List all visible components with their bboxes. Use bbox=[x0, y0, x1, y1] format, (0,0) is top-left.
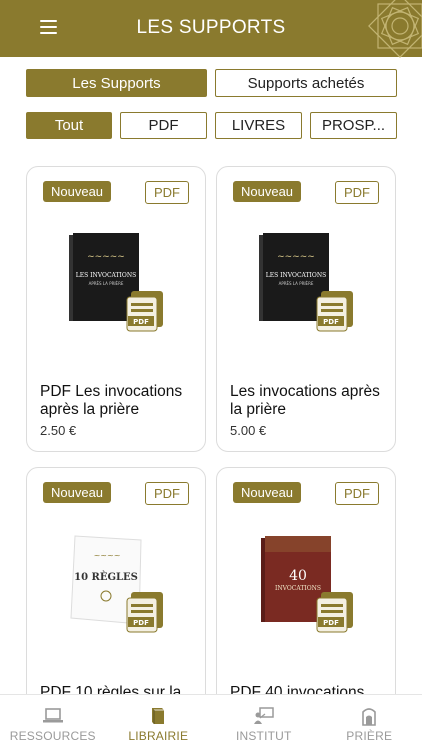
product-title: Les invocations après la prière bbox=[230, 383, 380, 418]
nav-item-priere[interactable]: PRIÈRE bbox=[317, 695, 422, 750]
page-title: LES SUPPORTS bbox=[136, 17, 286, 38]
book-cover-icon: ~~~~~ LES INVOCATIONS APRÈS LA PRIÈRE PD… bbox=[259, 233, 353, 332]
book-icon bbox=[152, 708, 165, 724]
tab-les-supports[interactable]: Les Supports bbox=[26, 69, 207, 97]
filter-tout[interactable]: Tout bbox=[26, 112, 112, 139]
svg-text:APRÈS LA PRIÈRE: APRÈS LA PRIÈRE bbox=[89, 281, 124, 286]
mosque-icon bbox=[362, 708, 377, 726]
svg-text:PDF: PDF bbox=[323, 318, 339, 326]
type-badge: PDF bbox=[335, 181, 379, 204]
svg-text:INVOCATIONS: INVOCATIONS bbox=[275, 585, 321, 592]
product-card[interactable]: Nouveau PDF ~~~~ 10 RÈGLES PDF PDF 10 rè… bbox=[26, 467, 206, 707]
svg-text:PDF: PDF bbox=[323, 619, 339, 627]
tab-supports-achetes[interactable]: Supports achetés bbox=[215, 69, 397, 97]
teacher-board-icon bbox=[253, 707, 274, 724]
new-badge: Nouveau bbox=[233, 181, 302, 202]
book-cover-icon: 40 INVOCATIONS PDF bbox=[261, 536, 353, 633]
svg-text:~~~~~: ~~~~~ bbox=[87, 252, 125, 262]
type-badge: PDF bbox=[335, 482, 379, 505]
type-badge: PDF bbox=[145, 181, 189, 204]
new-badge: Nouveau bbox=[43, 181, 112, 202]
svg-text:PDF: PDF bbox=[133, 619, 149, 627]
nav-label: INSTITUT bbox=[235, 729, 292, 743]
svg-text:40: 40 bbox=[289, 568, 307, 584]
nav-label: RESSOURCES bbox=[9, 729, 96, 743]
book-cover-icon: ~~~~~ LES INVOCATIONS APRÈS LA PRIÈRE PD… bbox=[69, 233, 163, 332]
svg-text:PDF: PDF bbox=[133, 318, 149, 326]
app-root: LES SUPPORTS Les Supports Supports achet… bbox=[0, 0, 422, 750]
svg-text:LES INVOCATIONS: LES INVOCATIONS bbox=[76, 272, 136, 279]
nav-label: LIBRAIRIE bbox=[128, 729, 189, 743]
islamic-ornament-icon bbox=[368, 0, 422, 58]
product-card[interactable]: Nouveau PDF ~~~~~ LES INVOCATIONS APRÈS … bbox=[26, 166, 206, 452]
svg-text:10 RÈGLES: 10 RÈGLES bbox=[74, 571, 138, 583]
nav-label: PRIÈRE bbox=[346, 729, 393, 743]
new-badge: Nouveau bbox=[233, 482, 302, 503]
svg-text:APRÈS LA PRIÈRE: APRÈS LA PRIÈRE bbox=[279, 281, 314, 286]
product-price: 5.00 € bbox=[230, 423, 267, 438]
top-bar: LES SUPPORTS bbox=[0, 0, 422, 58]
svg-text:~~~~~: ~~~~~ bbox=[277, 252, 315, 262]
product-title: PDF Les invocations après la prière bbox=[40, 383, 183, 418]
svg-text:~~~~: ~~~~ bbox=[94, 551, 121, 560]
product-card[interactable]: Nouveau PDF ~~~~~ LES INVOCATIONS APRÈS … bbox=[216, 166, 396, 452]
filter-prospectus[interactable]: PROSP... bbox=[310, 112, 397, 139]
laptop-icon bbox=[42, 708, 63, 723]
filter-pdf[interactable]: PDF bbox=[120, 112, 207, 139]
nav-item-librairie[interactable]: LIBRAIRIE bbox=[106, 695, 212, 750]
type-badge: PDF bbox=[145, 482, 189, 505]
bottom-navigation: RESSOURCES LIBRAIRIE INSTITUT PRIÈRE bbox=[0, 694, 422, 750]
svg-text:LES INVOCATIONS: LES INVOCATIONS bbox=[266, 272, 326, 279]
book-cover-icon: ~~~~ 10 RÈGLES PDF bbox=[70, 535, 163, 633]
nav-item-ressources[interactable]: RESSOURCES bbox=[0, 695, 106, 750]
new-badge: Nouveau bbox=[43, 482, 112, 503]
filter-livres[interactable]: LIVRES bbox=[215, 112, 302, 139]
product-price: 2.50 € bbox=[40, 423, 77, 438]
product-card[interactable]: Nouveau PDF 40 INVOCATIONS PDF PDF 40 in… bbox=[216, 467, 396, 707]
nav-item-institut[interactable]: INSTITUT bbox=[211, 695, 317, 750]
